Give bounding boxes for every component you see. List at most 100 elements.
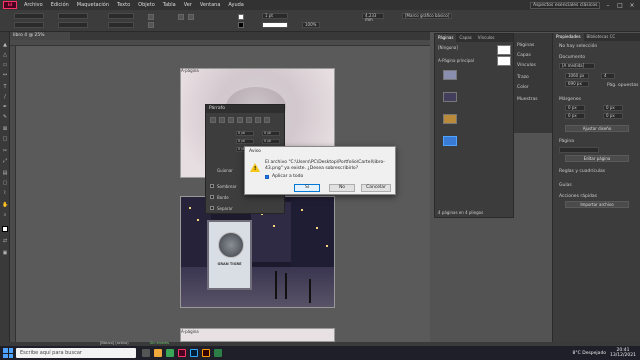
sombrear-checkbox[interactable] xyxy=(210,184,214,188)
menu-edicion[interactable]: Edición xyxy=(47,2,73,8)
illustrator-taskbar-icon[interactable] xyxy=(202,349,210,357)
apply-all-checkbox[interactable] xyxy=(265,175,269,179)
justify-left-icon[interactable] xyxy=(237,117,243,123)
margin-right-field[interactable]: 0 px xyxy=(603,113,623,119)
opacity-field[interactable]: 100% xyxy=(302,22,320,28)
dock-stroke[interactable]: Trazo xyxy=(517,75,529,80)
pages-count-field[interactable]: 4 xyxy=(601,73,615,79)
page-thumb-2[interactable] xyxy=(443,92,457,102)
adjust-layout-button[interactable]: Ajustar diseño xyxy=(565,125,629,132)
separar-checkbox[interactable] xyxy=(210,206,214,210)
dock-color[interactable]: Color xyxy=(517,85,529,90)
paragraph-panel-title[interactable]: Párrafo xyxy=(206,105,284,113)
tab-layers[interactable]: Capas xyxy=(456,34,474,42)
stroke-type-field[interactable] xyxy=(262,22,288,28)
shear-icon[interactable] xyxy=(148,22,154,28)
menu-ayuda[interactable]: Ayuda xyxy=(224,2,247,8)
tab-cc-libraries[interactable]: Bibliotecas CC xyxy=(584,33,619,41)
menu-objeto[interactable]: Objeto xyxy=(134,2,159,8)
stroke-weight-field[interactable]: 1 pt xyxy=(262,13,288,19)
margin-bottom-field[interactable]: 0 px xyxy=(565,113,585,119)
align-right-icon[interactable] xyxy=(228,117,234,123)
dock-layers[interactable]: Capas xyxy=(517,53,531,58)
page-tool-icon[interactable]: ▭ xyxy=(2,62,8,68)
width-field[interactable] xyxy=(58,13,88,19)
pen-tool-icon[interactable]: ✒ xyxy=(2,104,8,110)
dock-swatches[interactable]: Muestras xyxy=(517,97,538,102)
dock-links[interactable]: Vínculos xyxy=(517,63,536,68)
edit-page-button[interactable]: Editar página xyxy=(565,155,629,162)
height-field[interactable] xyxy=(58,22,88,28)
corner-field[interactable]: 4,233 mm xyxy=(362,13,384,22)
tab-properties[interactable]: Propiedades xyxy=(553,33,584,41)
height-field[interactable]: 690 px xyxy=(565,81,589,87)
page-thumb-4[interactable] xyxy=(443,136,457,146)
scale-y-field[interactable] xyxy=(108,22,134,28)
scissors-tool-icon[interactable]: ✂ xyxy=(2,148,8,154)
frame-style-select[interactable]: [Marco gráfico básico] xyxy=(402,13,452,19)
chrome-icon[interactable] xyxy=(166,349,174,357)
gap-tool-icon[interactable]: ↔ xyxy=(2,72,8,78)
justify-center-icon[interactable] xyxy=(246,117,252,123)
align-left-icon[interactable] xyxy=(210,117,216,123)
menu-ventana[interactable]: Ventana xyxy=(196,2,225,8)
scale-x-field[interactable] xyxy=(108,13,134,19)
close-icon[interactable]: × xyxy=(628,2,636,9)
screen-mode-icon[interactable]: ▣ xyxy=(2,250,8,256)
taskbar-search[interactable]: Escribe aquí para buscar xyxy=(16,348,136,358)
master-page-select[interactable] xyxy=(559,147,599,153)
dock-pages[interactable]: Páginas xyxy=(517,43,534,48)
fill-swatch-icon[interactable] xyxy=(238,14,244,20)
preset-select[interactable]: [A medida] xyxy=(559,63,595,69)
windows-start-icon[interactable] xyxy=(3,348,13,358)
menu-ver[interactable]: Ver xyxy=(180,2,196,8)
menu-tabla[interactable]: Tabla xyxy=(159,2,180,8)
menu-maquetacion[interactable]: Maquetación xyxy=(73,2,113,8)
eyedropper-tool-icon[interactable]: ⌇ xyxy=(2,190,8,196)
no-button[interactable]: No xyxy=(329,184,355,192)
flip-v-icon[interactable] xyxy=(188,14,194,20)
file-explorer-icon[interactable] xyxy=(154,349,162,357)
direct-selection-tool-icon[interactable]: △ xyxy=(2,52,8,58)
justify-all-icon[interactable] xyxy=(264,117,270,123)
right-indent-field[interactable]: 0 pt xyxy=(262,131,280,136)
justify-right-icon[interactable] xyxy=(255,117,261,123)
rotate-icon[interactable] xyxy=(148,14,154,20)
pencil-tool-icon[interactable]: ✎ xyxy=(2,114,8,120)
page-thumb-1[interactable] xyxy=(443,70,457,80)
first-line-indent-field[interactable]: 0 pt xyxy=(236,139,254,144)
swap-colors-icon[interactable]: ⇄ xyxy=(2,238,8,244)
maximize-icon[interactable]: □ xyxy=(616,2,624,9)
width-field[interactable]: 1060 px xyxy=(565,73,589,79)
document-tab[interactable]: libro 4 @ 25% xyxy=(10,32,70,40)
indesign-taskbar-icon[interactable] xyxy=(178,349,186,357)
minimize-icon[interactable]: – xyxy=(604,2,612,9)
margin-left-field[interactable]: 0 px xyxy=(603,105,623,111)
photoshop-taskbar-icon[interactable] xyxy=(190,349,198,357)
stroke-swatch-icon[interactable] xyxy=(238,22,244,28)
rectangle-tool-icon[interactable]: □ xyxy=(2,136,8,142)
tab-links[interactable]: Vínculos xyxy=(475,34,498,42)
cancel-button[interactable]: Cancelar xyxy=(361,184,391,192)
workspace-select[interactable]: Aspectos esenciales clásicos xyxy=(530,1,600,9)
type-tool-icon[interactable]: T xyxy=(2,84,8,90)
y-field[interactable] xyxy=(14,22,44,28)
app-taskbar-icon[interactable] xyxy=(214,349,222,357)
flip-h-icon[interactable] xyxy=(178,14,184,20)
master-thumb[interactable] xyxy=(497,56,511,66)
zoom-tool-icon[interactable]: ⌕ xyxy=(2,212,8,218)
facing-pages-label[interactable]: Pág. opuestas xyxy=(607,83,638,88)
menu-archivo[interactable]: Archivo xyxy=(20,2,47,8)
yes-button[interactable]: Sí xyxy=(294,184,320,192)
page-thumb-3[interactable] xyxy=(443,114,457,124)
x-field[interactable] xyxy=(14,13,44,19)
borde-checkbox[interactable] xyxy=(210,195,214,199)
task-view-icon[interactable] xyxy=(142,349,150,357)
import-file-button[interactable]: Importar archivo xyxy=(565,201,629,208)
left-indent-field[interactable]: 0 pt xyxy=(236,131,254,136)
selection-tool-icon[interactable]: ▲ xyxy=(2,42,8,48)
page-3[interactable] xyxy=(180,328,335,342)
transform-tool-icon[interactable]: ⤢ xyxy=(2,158,8,164)
clock[interactable]: 20:41 13/12/2021 xyxy=(610,348,636,358)
fill-color-icon[interactable] xyxy=(2,226,8,232)
